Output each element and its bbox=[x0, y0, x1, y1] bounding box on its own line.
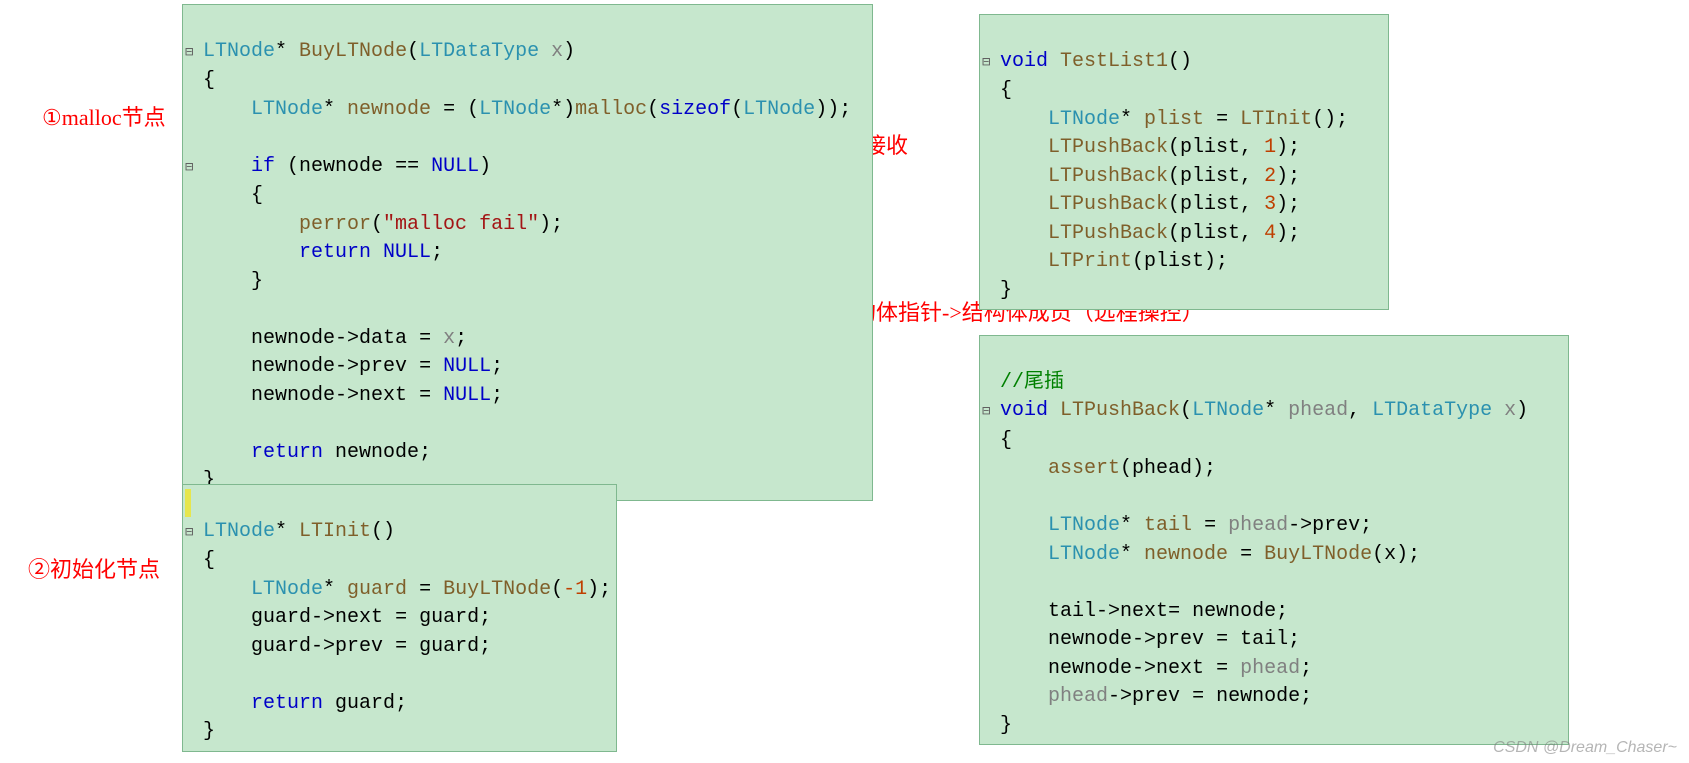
code-block-testlist1: void TestList1() { LTNode* plist = LTIni… bbox=[979, 14, 1389, 310]
annotation-1-malloc: ①malloc节点 bbox=[42, 100, 166, 132]
code-block-ltinit: LTNode* LTInit() { LTNode* guard = BuyLT… bbox=[182, 484, 617, 752]
annotation-2-init: ②初始化节点 bbox=[28, 552, 160, 584]
code-block-buyltnode: LTNode* BuyLTNode(LTDataType x) { LTNode… bbox=[182, 4, 873, 501]
code-block-ltpushback: //尾插 void LTPushBack(LTNode* phead, LTDa… bbox=[979, 335, 1569, 745]
watermark: CSDN @Dream_Chaser~ bbox=[1493, 739, 1677, 757]
